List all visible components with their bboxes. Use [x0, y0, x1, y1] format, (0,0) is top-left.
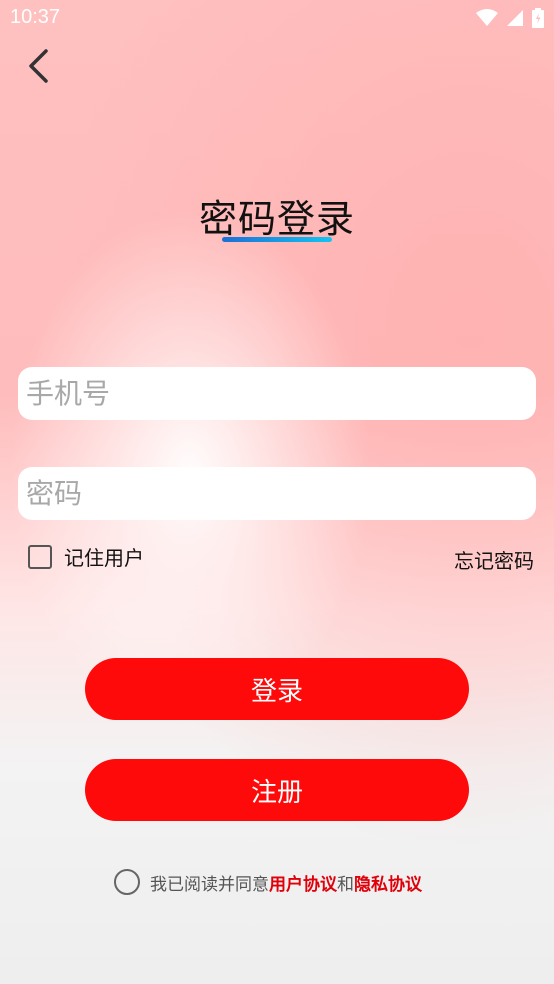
- title-underline: [222, 237, 332, 242]
- status-bar: 10:37: [0, 0, 554, 38]
- agreement-radio[interactable]: [114, 869, 140, 895]
- login-button[interactable]: 登录: [85, 658, 469, 720]
- chevron-left-icon: [20, 49, 60, 90]
- forgot-password-link[interactable]: 忘记密码: [454, 545, 534, 574]
- status-time: 10:37: [10, 6, 61, 28]
- agreement-and: 和: [337, 874, 354, 895]
- page-title: 密码登录: [198, 197, 355, 241]
- status-icons: [476, 8, 544, 32]
- remember-label: 记住用户: [64, 546, 144, 570]
- back-button[interactable]: [20, 46, 60, 86]
- user-agreement-link[interactable]: 用户协议: [269, 875, 337, 895]
- agreement-prefix: 我已阅读并同意: [150, 874, 269, 895]
- remember-user-toggle[interactable]: 记住用户: [28, 542, 144, 571]
- phone-input[interactable]: [18, 367, 536, 420]
- password-input[interactable]: [18, 467, 536, 520]
- remember-checkbox[interactable]: [28, 544, 52, 569]
- agreement-text: 我已阅读并同意用户协议和隐私协议: [150, 870, 422, 895]
- signal-icon: [506, 9, 524, 31]
- register-button[interactable]: 注册: [85, 759, 469, 821]
- wifi-icon: [476, 9, 498, 31]
- battery-icon: [532, 8, 544, 32]
- privacy-policy-link[interactable]: 隐私协议: [354, 875, 422, 895]
- agreement-row: 我已阅读并同意用户协议和隐私协议: [114, 869, 422, 895]
